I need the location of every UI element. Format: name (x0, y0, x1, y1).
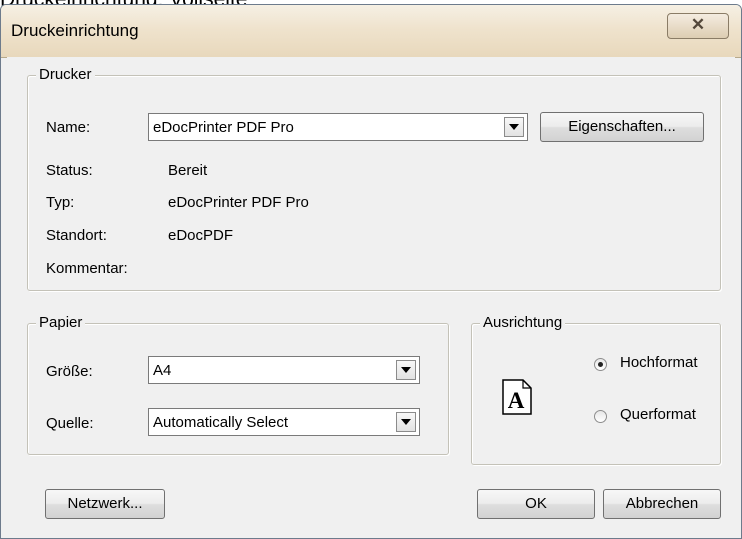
radio-selected-dot (598, 362, 603, 367)
dialog-body: Drucker Name: eDocPrinter PDF Pro Eigens… (7, 57, 735, 534)
type-value: eDocPrinter PDF Pro (168, 194, 309, 211)
status-label: Status: (46, 162, 93, 179)
page-icon-letter: A (508, 388, 525, 413)
printer-name-select[interactable]: eDocPrinter PDF Pro (148, 113, 528, 141)
orientation-group-legend: Ausrichtung (480, 314, 566, 331)
paper-size-label: Größe: (46, 363, 93, 380)
title-bar[interactable]: Druckeinrichtung ✕ (1, 5, 741, 58)
paper-source-value: Automatically Select (153, 414, 289, 431)
chevron-down-icon[interactable] (396, 360, 416, 380)
landscape-radio[interactable] (594, 410, 607, 423)
close-button[interactable]: ✕ (667, 13, 729, 39)
paper-source-select[interactable]: Automatically Select (148, 408, 420, 436)
portrait-label[interactable]: Hochformat (620, 354, 698, 371)
properties-button[interactable]: Eigenschaften... (540, 112, 704, 142)
paper-group-legend: Papier (36, 314, 86, 331)
status-value: Bereit (168, 162, 208, 179)
chevron-down-icon[interactable] (504, 117, 524, 137)
paper-source-label: Quelle: (46, 415, 94, 432)
cancel-button[interactable]: Abbrechen (603, 489, 721, 519)
printer-name-value: eDocPrinter PDF Pro (153, 119, 294, 136)
location-value: eDocPDF (168, 227, 234, 244)
portrait-radio[interactable] (594, 358, 607, 371)
print-setup-dialog: Druckeinrichtung ✕ Drucker Name: eDocPri… (0, 4, 742, 539)
landscape-label[interactable]: Querformat (620, 406, 696, 423)
network-button[interactable]: Netzwerk... (45, 489, 165, 519)
window-title: Druckeinrichtung (11, 21, 139, 40)
paper-size-select[interactable]: A4 (148, 356, 420, 384)
paper-size-value: A4 (153, 362, 172, 379)
location-label: Standort: (46, 227, 107, 244)
orientation-group: Ausrichtung A Hochformat Querformat (471, 314, 721, 465)
comment-label: Kommentar: (46, 260, 128, 277)
chevron-down-icon[interactable] (396, 412, 416, 432)
printer-name-label: Name: (46, 119, 91, 136)
printer-group: Drucker Name: eDocPrinter PDF Pro Eigens… (27, 66, 721, 291)
ok-button[interactable]: OK (477, 489, 595, 519)
printer-group-legend: Drucker (36, 66, 95, 83)
close-icon: ✕ (690, 15, 706, 34)
paper-group: Papier Größe: A4 Quelle: Automatically S… (27, 314, 449, 455)
portrait-page-icon: A (502, 379, 532, 415)
type-label: Typ: (46, 194, 75, 211)
